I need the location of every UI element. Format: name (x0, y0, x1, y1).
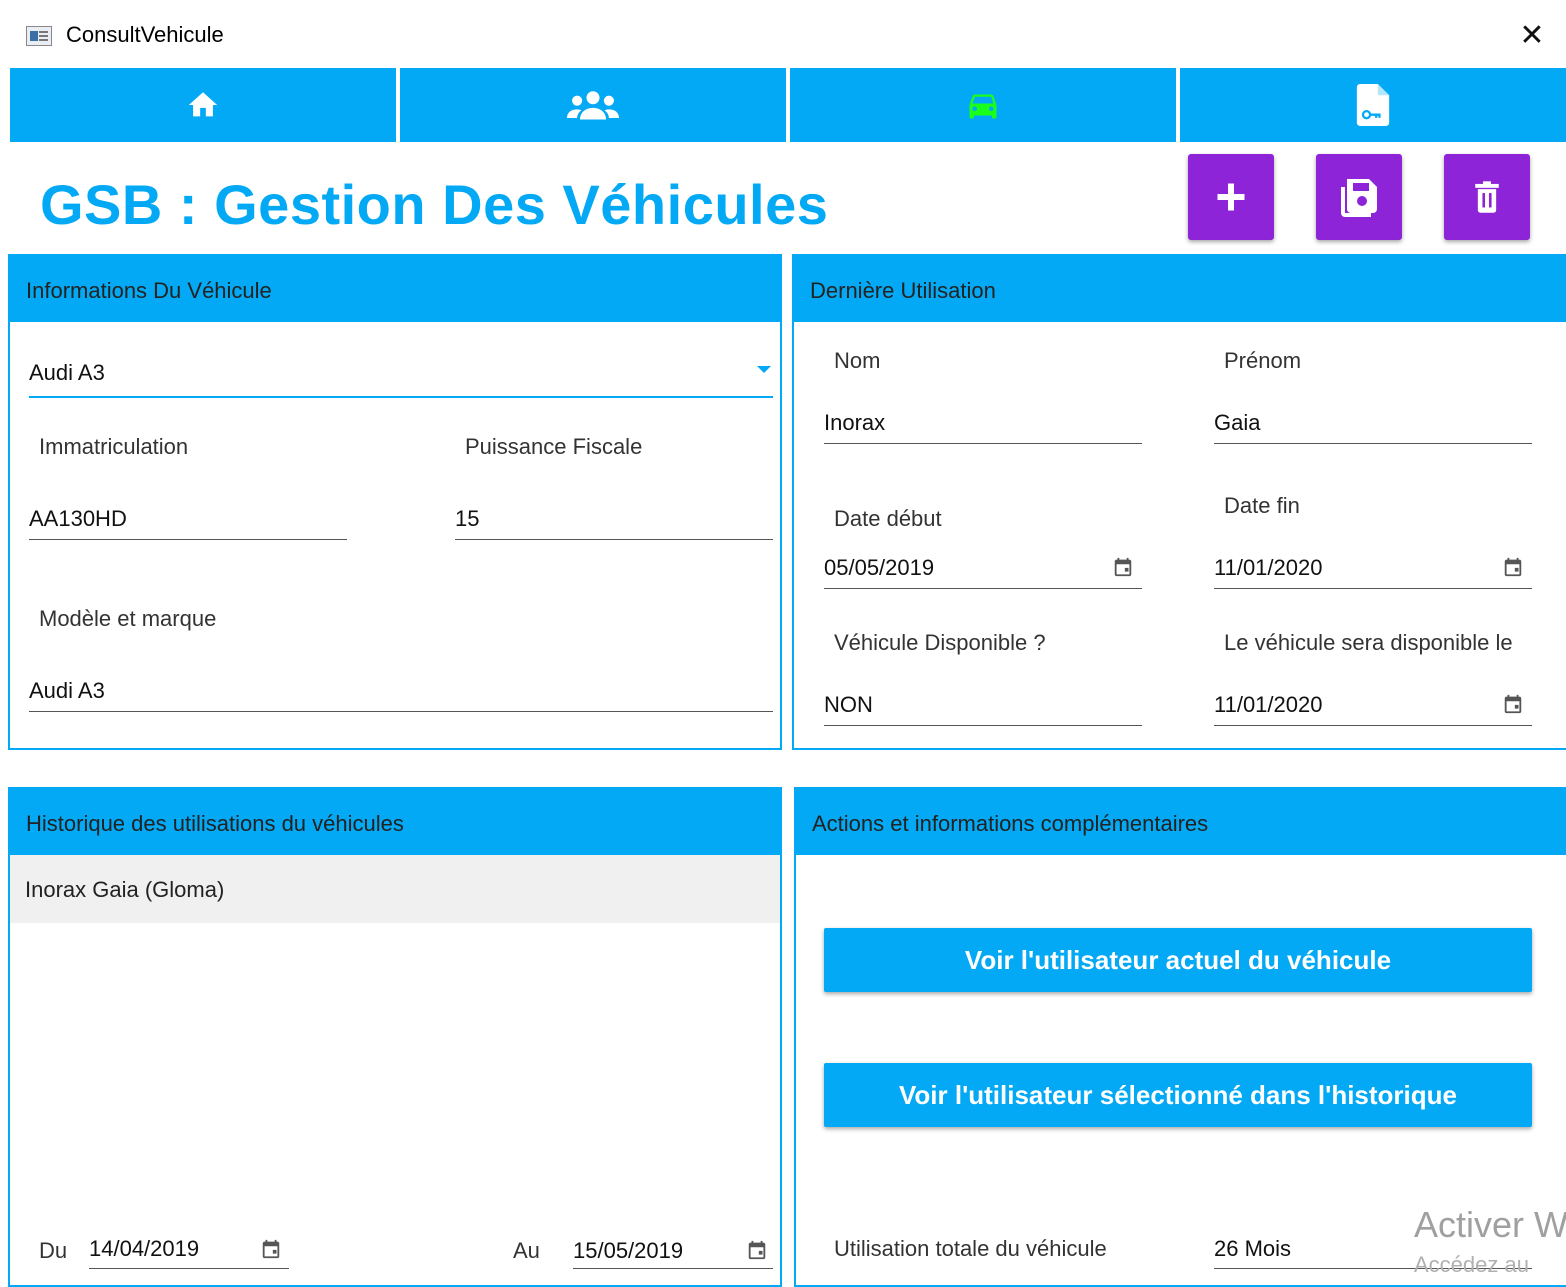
panel-title: Dernière Utilisation (810, 278, 996, 303)
modele-field[interactable]: Audi A3 (29, 678, 105, 704)
du-field[interactable]: 14/04/2019 (89, 1236, 199, 1262)
panel-header: Actions et informations complémentaires (796, 789, 1566, 855)
select-underline (29, 396, 773, 398)
disponible-label: Véhicule Disponible ? (834, 630, 1046, 655)
tab-vehicles[interactable] (790, 68, 1176, 142)
prenom-underline (1214, 443, 1532, 444)
modele-label: Modèle et marque (39, 606, 217, 631)
nom-label: Nom (834, 348, 881, 373)
panel-title: Informations Du Véhicule (26, 278, 272, 303)
nom-field[interactable]: Inorax (824, 410, 885, 436)
date-fin-label: Date fin (1224, 493, 1300, 518)
au-underline (573, 1268, 773, 1269)
puissance-field[interactable]: 15 (455, 506, 479, 532)
add-icon (1217, 183, 1245, 211)
vehicle-select[interactable]: Audi A3 (29, 360, 105, 386)
delete-button[interactable] (1444, 154, 1530, 240)
calendar-icon[interactable] (1112, 556, 1134, 578)
panel-title: Actions et informations complémentaires (812, 811, 1209, 836)
disponible-field[interactable]: NON (824, 692, 873, 718)
title-bar: ConsultVehicule ✕ (0, 0, 1566, 66)
prenom-label: Prénom (1224, 348, 1302, 373)
activation-watermark-sub: Accédez au (1414, 1252, 1529, 1272)
add-button[interactable] (1188, 154, 1274, 240)
prenom-field[interactable]: Gaia (1214, 410, 1260, 436)
panel-header: Dernière Utilisation (794, 256, 1566, 322)
car-icon (969, 94, 997, 119)
app-icon (26, 26, 52, 46)
date-debut-field[interactable]: 05/05/2019 (824, 555, 934, 581)
au-label: Au (513, 1238, 540, 1263)
tab-users[interactable] (400, 68, 786, 142)
date-fin-underline (1214, 588, 1532, 589)
du-underline (89, 1268, 289, 1269)
tab-home[interactable] (10, 68, 396, 142)
last-use-panel: Dernière Utilisation Nom Prénom Inorax G… (792, 254, 1566, 750)
modele-underline (29, 711, 773, 712)
disponible-le-underline (1214, 725, 1532, 726)
history-panel: Historique des utilisations du véhicules… (8, 787, 782, 1287)
vehicle-info-panel: Informations Du Véhicule Audi A3 Immatri… (8, 254, 782, 750)
document-key-icon (1356, 84, 1390, 126)
view-current-user-button[interactable]: Voir l'utilisateur actuel du véhicule (824, 928, 1532, 992)
nav-bar (10, 68, 1566, 142)
calendar-icon[interactable] (746, 1239, 768, 1261)
disponible-underline (824, 725, 1142, 726)
nom-underline (824, 443, 1142, 444)
date-debut-label: Date début (834, 506, 942, 531)
disponible-le-label: Le véhicule sera disponible le (1224, 630, 1513, 655)
du-label: Du (39, 1238, 68, 1263)
total-usage-field[interactable]: 26 Mois (1214, 1236, 1291, 1262)
total-usage-label: Utilisation totale du véhicule (834, 1236, 1107, 1261)
au-field[interactable]: 15/05/2019 (573, 1238, 683, 1264)
home-icon (188, 92, 218, 117)
calendar-icon[interactable] (260, 1238, 282, 1260)
users-icon (567, 91, 619, 120)
save-button[interactable] (1316, 154, 1402, 240)
panel-header: Historique des utilisations du véhicules (10, 789, 780, 855)
disponible-le-field[interactable]: 11/01/2020 (1214, 692, 1322, 718)
save-icon (1341, 179, 1377, 217)
window-title: ConsultVehicule (66, 22, 224, 47)
page-title: GSB : Gestion Des Véhicules (40, 173, 829, 236)
date-fin-field[interactable]: 11/01/2020 (1214, 555, 1322, 581)
immatriculation-label: Immatriculation (39, 434, 189, 459)
immatriculation-underline (29, 539, 347, 540)
puissance-label: Puissance Fiscale (465, 434, 643, 459)
calendar-icon[interactable] (1502, 693, 1524, 715)
trash-icon (1475, 181, 1499, 213)
date-debut-underline (824, 588, 1142, 589)
close-button[interactable]: ✕ (1510, 16, 1554, 56)
puissance-underline (455, 539, 773, 540)
calendar-icon[interactable] (1502, 556, 1524, 578)
list-item[interactable]: Inorax Gaia (Gloma) (10, 855, 780, 923)
chevron-down-icon[interactable] (756, 364, 772, 374)
tab-documents[interactable] (1180, 68, 1566, 142)
immatriculation-field[interactable]: AA130HD (29, 506, 127, 532)
list-item-label: Inorax Gaia (Gloma) (25, 877, 225, 902)
view-selected-user-button[interactable]: Voir l'utilisateur sélectionné dans l'hi… (824, 1063, 1532, 1127)
panel-header: Informations Du Véhicule (10, 256, 780, 322)
activation-watermark: Activer W (1414, 1204, 1566, 1245)
panel-title: Historique des utilisations du véhicules (26, 811, 404, 836)
